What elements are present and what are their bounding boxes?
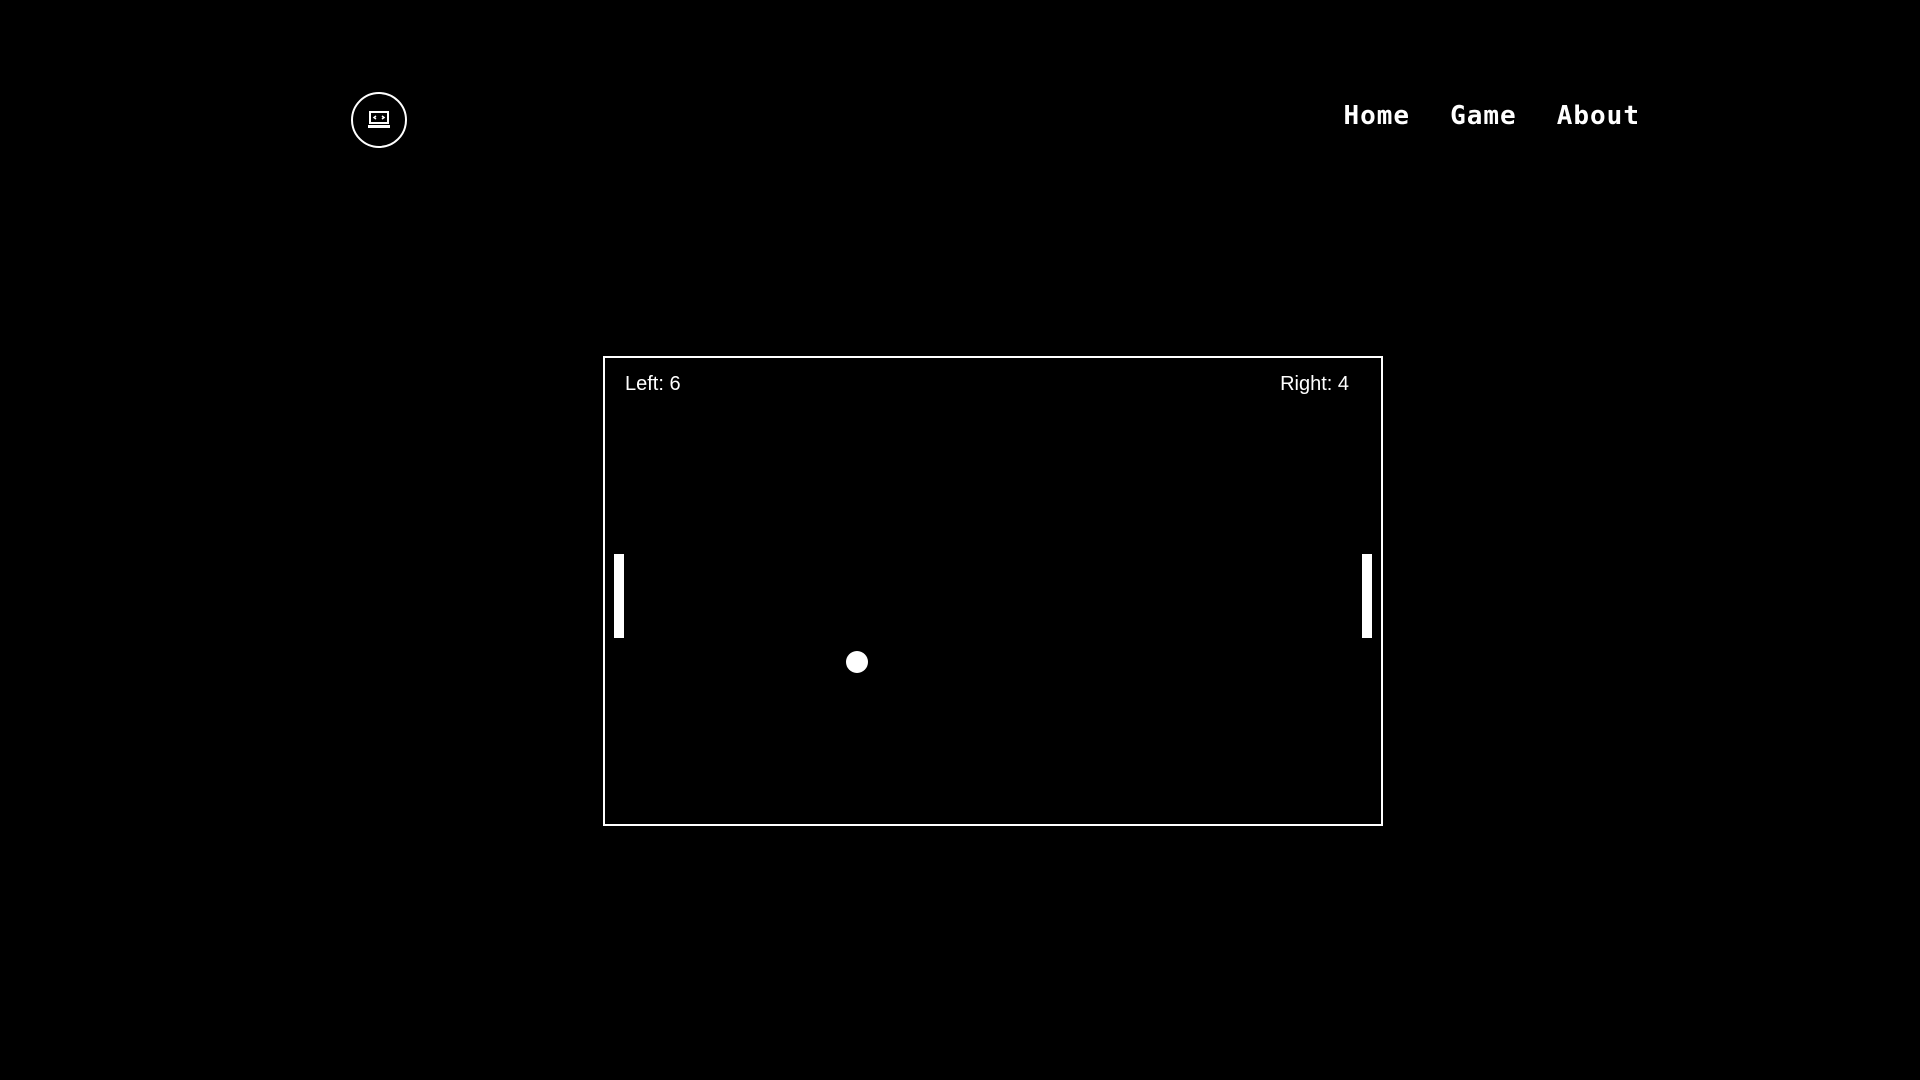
left-paddle[interactable] <box>614 554 624 638</box>
nav-about-link[interactable]: About <box>1557 98 1640 134</box>
ball <box>846 651 868 673</box>
right-score: Right: 4 <box>1280 373 1349 395</box>
logo-button[interactable] <box>351 92 407 148</box>
arcade-screen-icon <box>368 111 390 128</box>
pong-game-board[interactable]: Left: 6 Right: 4 <box>603 356 1383 826</box>
nav-home-link[interactable]: Home <box>1343 98 1410 134</box>
left-score: Left: 6 <box>625 373 681 395</box>
main-nav: Home Game About <box>1300 98 1640 134</box>
right-paddle[interactable] <box>1362 554 1372 638</box>
nav-game-link[interactable]: Game <box>1450 98 1517 134</box>
